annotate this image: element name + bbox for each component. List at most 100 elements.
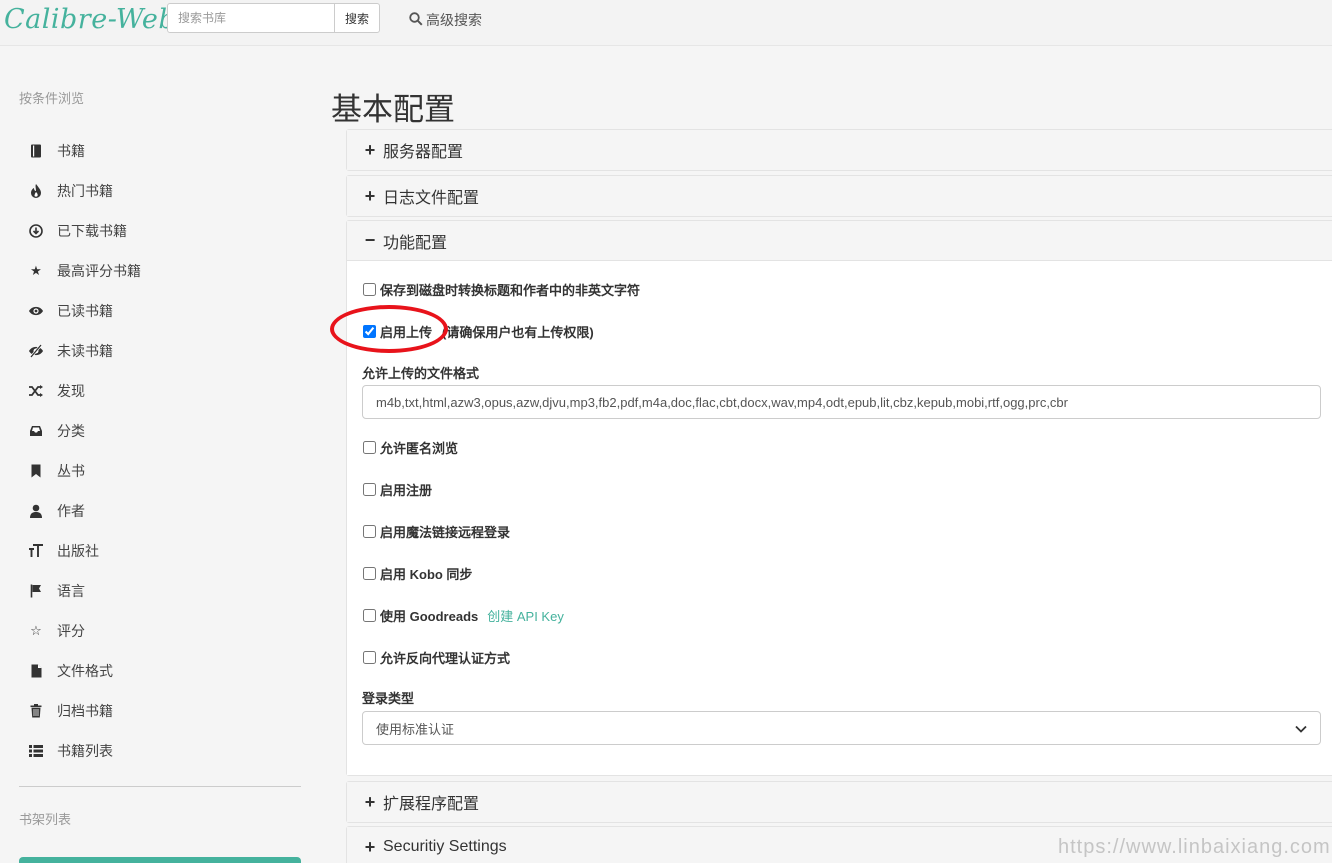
sidebar-item-top-rated[interactable]: ★ 最高评分书籍 (27, 251, 287, 291)
public-registration-checkbox[interactable] (363, 483, 376, 496)
goodreads-option[interactable]: 使用 Goodreads 创建 API Key (362, 606, 564, 625)
search-icon (409, 11, 423, 29)
sidebar-item-label: 作者 (57, 503, 85, 519)
sidebar-item-ratings[interactable]: ☆ 评分 (27, 611, 287, 651)
sidebar-item-hot-books[interactable]: 热门书籍 (27, 171, 287, 211)
remote-login-option[interactable]: 启用魔法链接远程登录 (362, 522, 510, 541)
plus-icon: + (364, 791, 376, 812)
trash-icon (27, 703, 45, 719)
star-outline-icon: ☆ (30, 623, 42, 638)
inbox-icon (27, 423, 45, 439)
eye-slash-icon (27, 343, 45, 359)
panel-title: 服务器配置 (383, 144, 464, 161)
unicode-filename-label: 保存到磁盘时转换标题和作者中的非英文字符 (380, 283, 641, 298)
sidebar-item-label: 最高评分书籍 (57, 263, 141, 279)
list-icon (27, 743, 45, 759)
uploading-note: (请确保用户也有上传权限) (442, 325, 594, 340)
anon-browse-checkbox[interactable] (363, 441, 376, 454)
create-api-key-link[interactable]: 创建 API Key (487, 606, 564, 625)
panel-heading-logfile[interactable]: + 日志文件配置 (347, 176, 1332, 216)
panel-heading-extension[interactable]: + 扩展程序配置 (347, 782, 1332, 822)
unicode-filename-checkbox[interactable] (363, 283, 376, 296)
sidebar-item-downloaded-books[interactable]: 已下载书籍 (27, 211, 287, 251)
advanced-search-label: 高级搜索 (426, 12, 482, 28)
annotation-highlight-ellipse (330, 305, 448, 353)
sidebar-item-label: 分类 (57, 423, 85, 439)
upload-formats-label: 允许上传的文件格式 (362, 366, 480, 381)
minus-icon: − (364, 230, 376, 250)
sidebar-item-label: 已读书籍 (57, 303, 113, 319)
shelves-heading: 书架列表 (19, 812, 72, 827)
sidebar-item-file-formats[interactable]: 文件格式 (27, 651, 287, 691)
user-icon (27, 503, 45, 519)
star-icon: ★ (30, 263, 42, 278)
flag-icon (27, 583, 45, 599)
panel-logfile-config: + 日志文件配置 (346, 175, 1332, 217)
watermark-text: https://www.linbaixiang.com (1058, 836, 1331, 858)
page-title: 基本配置 (331, 92, 455, 127)
sidebar-heading: 按条件浏览 (19, 91, 85, 106)
reverse-proxy-label: 允许反向代理认证方式 (380, 651, 511, 666)
sidebar-item-label: 归档书籍 (57, 703, 113, 719)
book-icon (27, 143, 45, 159)
search-input[interactable] (167, 3, 335, 33)
kobo-sync-option[interactable]: 启用 Kobo 同步 (362, 564, 472, 583)
sidebar-item-series[interactable]: 丛书 (27, 451, 287, 491)
sidebar-item-label: 已下载书籍 (57, 223, 127, 239)
sidebar-item-books[interactable]: 书籍 (27, 131, 287, 171)
sidebar-item-label: 未读书籍 (57, 343, 113, 359)
sidebar-item-discover[interactable]: 发现 (27, 371, 287, 411)
reverse-proxy-option[interactable]: 允许反向代理认证方式 (362, 648, 510, 667)
goodreads-checkbox[interactable] (363, 609, 376, 622)
feature-panel-body: 保存到磁盘时转换标题和作者中的非英文字符 启用上传 (请确保用户也有上传权限) … (347, 261, 1332, 775)
search-button[interactable]: 搜索 (334, 3, 380, 33)
sidebar-item-label: 发现 (57, 383, 85, 399)
advanced-search-link[interactable]: 高级搜索 (409, 10, 482, 30)
sidebar-item-read-books[interactable]: 已读书籍 (27, 291, 287, 331)
reverse-proxy-checkbox[interactable] (363, 651, 376, 664)
sidebar-item-unread-books[interactable]: 未读书籍 (27, 331, 287, 371)
top-navbar: Calibre-Web 搜索 高级搜索 (0, 0, 1332, 46)
sidebar-item-archived-books[interactable]: 归档书籍 (27, 691, 287, 731)
kobo-sync-checkbox[interactable] (363, 567, 376, 580)
anon-browse-option[interactable]: 允许匿名浏览 (362, 438, 458, 457)
login-type-label: 登录类型 (362, 691, 415, 706)
text-size-icon (27, 543, 45, 559)
sidebar-item-authors[interactable]: 作者 (27, 491, 287, 531)
panel-heading-feature[interactable]: − 功能配置 (347, 221, 1332, 261)
sidebar-item-label: 热门书籍 (57, 183, 113, 199)
panel-heading-server[interactable]: + 服务器配置 (347, 130, 1332, 170)
download-icon (27, 223, 45, 239)
app-logo[interactable]: Calibre-Web (4, 4, 176, 35)
plus-icon: + (364, 836, 376, 857)
sidebar-item-publishers[interactable]: 出版社 (27, 531, 287, 571)
login-type-value: 使用标准认证 (376, 721, 455, 737)
panel-title: 扩展程序配置 (383, 796, 480, 813)
file-icon (27, 663, 45, 679)
public-registration-option[interactable]: 启用注册 (362, 480, 432, 499)
panel-extension-config: + 扩展程序配置 (346, 781, 1332, 823)
sidebar-item-label: 丛书 (57, 463, 85, 479)
panel-feature-config: − 功能配置 保存到磁盘时转换标题和作者中的非英文字符 启用上传 (请确保用户也… (346, 220, 1332, 776)
sidebar-item-label: 书籍 (57, 143, 85, 159)
fire-icon (27, 183, 45, 199)
panel-server-config: + 服务器配置 (346, 129, 1332, 171)
anon-browse-label: 允许匿名浏览 (380, 441, 459, 456)
sidebar-item-languages[interactable]: 语言 (27, 571, 287, 611)
remote-login-checkbox[interactable] (363, 525, 376, 538)
panel-title: Securitiy Settings (383, 838, 507, 855)
sidebar-item-label: 语言 (57, 583, 85, 599)
create-shelf-button[interactable] (19, 857, 301, 863)
sidebar-item-categories[interactable]: 分类 (27, 411, 287, 451)
unicode-filename-option[interactable]: 保存到磁盘时转换标题和作者中的非英文字符 (362, 280, 640, 299)
login-type-select[interactable]: 使用标准认证 (362, 711, 1321, 745)
sidebar-item-book-list[interactable]: 书籍列表 (27, 731, 287, 771)
sidebar-list: 书籍 热门书籍 已下载书籍 ★ 最高评分书籍 已读书籍 未读书籍 发现 分类 丛… (27, 131, 287, 771)
eye-icon (27, 303, 45, 319)
upload-formats-input[interactable] (362, 385, 1321, 419)
shuffle-icon (27, 383, 45, 399)
public-registration-label: 启用注册 (380, 483, 433, 498)
goodreads-label: 使用 Goodreads (380, 609, 479, 624)
sidebar-item-label: 文件格式 (57, 663, 113, 679)
kobo-sync-label: 启用 Kobo 同步 (380, 567, 473, 582)
